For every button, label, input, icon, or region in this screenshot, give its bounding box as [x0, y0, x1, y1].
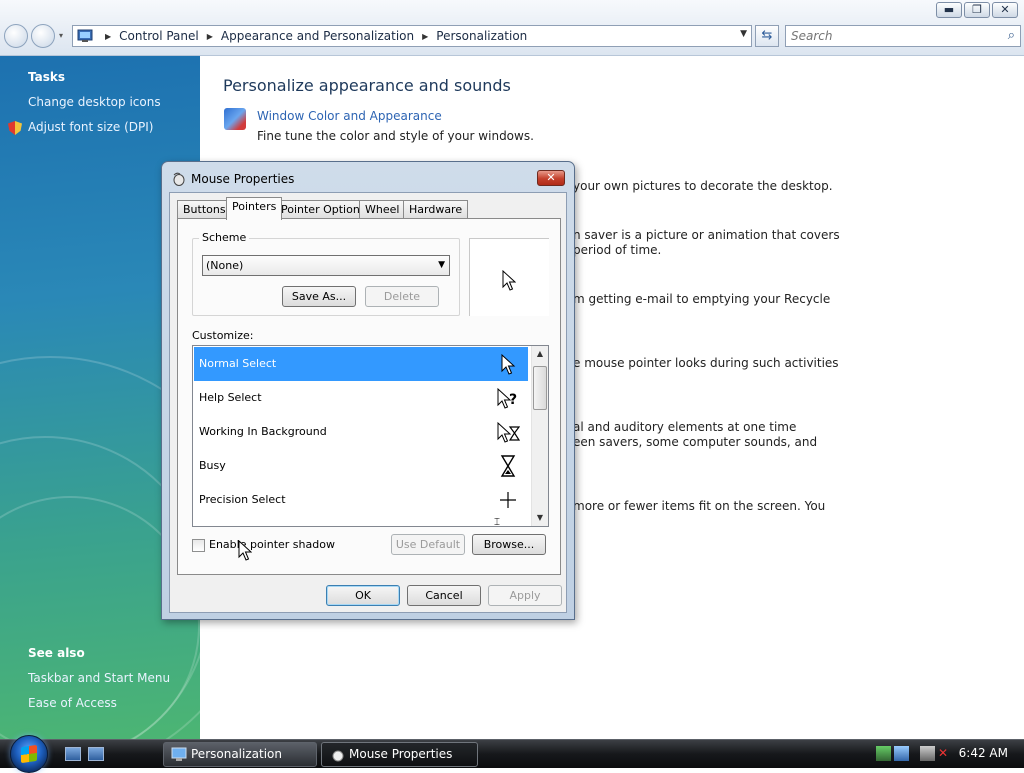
connection-tray-icon[interactable] [920, 746, 935, 761]
explorer-toolbar: ▬ ❐ ✕ ▾ ▶ Control Panel ▶ Appearance and… [0, 0, 1024, 56]
start-button[interactable] [10, 735, 48, 773]
tab-wheel[interactable]: Wheel [359, 200, 406, 219]
scheme-select[interactable]: (None) ▼ [202, 255, 450, 276]
forward-button[interactable] [31, 24, 55, 48]
arrow-cursor-icon [502, 270, 516, 291]
scheme-label: Scheme [199, 231, 250, 244]
tab-pointers[interactable]: Pointers [226, 197, 283, 220]
mouse-properties-dialog: Mouse Properties ✕ Buttons Pointers Poin… [161, 161, 575, 620]
change-desktop-icons-link[interactable]: Change desktop icons [28, 95, 161, 109]
list-item-precision-select[interactable]: Precision Select [194, 483, 528, 517]
pointer-list-scrollbar[interactable]: ▲ ▼ [531, 346, 548, 526]
mouse-icon [173, 172, 185, 186]
restore-button[interactable]: ❐ [964, 2, 990, 18]
breadcrumb: ▶ Control Panel ▶ Appearance and Persona… [105, 29, 528, 43]
arrow-cursor-icon [501, 353, 516, 375]
theme-description: al and auditory elements at one time [573, 420, 797, 434]
sounds-description: m getting e-mail to emptying your Recycl… [573, 292, 831, 306]
help-cursor-icon: ? [497, 387, 517, 409]
dialog-close-button[interactable]: ✕ [537, 170, 565, 186]
tab-buttons[interactable]: Buttons [177, 200, 232, 219]
window-color-icon[interactable] [224, 108, 246, 130]
crumb-personalization[interactable]: Personalization [436, 29, 527, 43]
delete-button[interactable]: Delete [365, 286, 439, 307]
taskbar-personalization[interactable]: Personalization [163, 742, 317, 767]
scroll-up-icon[interactable]: ▲ [532, 346, 548, 362]
search-box[interactable]: ⌕ [785, 25, 1021, 47]
dialog-title: Mouse Properties [191, 172, 295, 186]
address-bar[interactable]: ▶ Control Panel ▶ Appearance and Persona… [72, 25, 752, 47]
list-item-normal-select[interactable]: Normal Select [194, 347, 528, 381]
search-icon[interactable]: ⌕ [1008, 28, 1015, 43]
taskbar-mouse-properties[interactable]: Mouse Properties [321, 742, 478, 767]
text-select-cursor-icon: ⌶ [494, 517, 500, 527]
desktop-background-description: your own pictures to decorate the deskto… [573, 179, 833, 193]
crosshair-cursor-icon [500, 492, 516, 508]
see-also-heading: See also [28, 646, 85, 660]
show-desktop-icon[interactable] [65, 747, 81, 761]
pointer-shadow-checkbox[interactable] [192, 539, 205, 552]
close-window-button[interactable]: ✕ [992, 2, 1018, 18]
tab-pointer-options[interactable]: Pointer Options [275, 200, 372, 219]
list-item-working-in-background[interactable]: Working In Background [194, 415, 528, 449]
list-item-busy[interactable]: Busy [194, 449, 528, 483]
network-tray-icon[interactable] [876, 746, 891, 761]
svg-text:?: ? [509, 392, 517, 408]
customize-label: Customize: [192, 329, 254, 342]
chevron-down-icon: ▼ [438, 260, 445, 270]
save-as-button[interactable]: Save As... [282, 286, 356, 307]
crumb-appearance[interactable]: Appearance and Personalization [221, 29, 414, 43]
list-item-help-select[interactable]: Help Select ? [194, 381, 528, 415]
back-button[interactable] [4, 24, 28, 48]
recent-pages-chevron-icon[interactable]: ▾ [59, 31, 63, 40]
windows-defender-tray-icon[interactable] [894, 746, 909, 761]
browse-button[interactable]: Browse... [472, 534, 546, 555]
taskbar-start-menu-link[interactable]: Taskbar and Start Menu [28, 671, 170, 685]
pointers-tab-panel: Scheme (None) ▼ Save As... Delete Custom… [177, 218, 561, 575]
control-panel-icon [77, 29, 93, 42]
window-color-link[interactable]: Window Color and Appearance [257, 109, 442, 123]
theme-description-2: een savers, some computer sounds, and [573, 435, 818, 449]
uac-shield-icon [8, 121, 22, 135]
crumb-control-panel[interactable]: Control Panel [119, 29, 199, 43]
taskbar: Personalization Mouse Properties ✕ 6:42 … [0, 735, 1024, 773]
minimize-button[interactable]: ▬ [936, 2, 962, 18]
dialog-body: Buttons Pointers Pointer Options Wheel H… [169, 192, 567, 613]
volume-muted-icon[interactable]: ✕ [938, 746, 953, 761]
taskbar-clock[interactable]: 6:42 AM [959, 746, 1008, 760]
scheme-group: Scheme (None) ▼ Save As... Delete [192, 231, 460, 316]
personalization-icon [171, 747, 187, 761]
scroll-thumb[interactable] [533, 366, 547, 410]
tab-hardware[interactable]: Hardware [403, 200, 469, 219]
refresh-icon[interactable]: ⇆ [755, 25, 779, 47]
scheme-value: (None) [206, 259, 244, 272]
window-controls: ▬ ❐ ✕ [936, 2, 1018, 18]
pointer-shadow-label[interactable]: Enable pointer shadow [209, 538, 335, 551]
pointer-list[interactable]: Normal Select Help Select ? Working In B… [192, 345, 549, 527]
screen-saver-description: n saver is a picture or animation that c… [573, 228, 840, 242]
tasks-heading: Tasks [28, 70, 66, 84]
scroll-down-icon[interactable]: ▼ [532, 510, 548, 526]
address-dropdown-icon[interactable]: ▼ [740, 29, 747, 39]
page-title: Personalize appearance and sounds [223, 76, 511, 95]
cancel-button[interactable]: Cancel [407, 585, 481, 606]
working-cursor-icon [497, 421, 520, 443]
screen-saver-description-2: period of time. [573, 243, 662, 257]
ease-of-access-link[interactable]: Ease of Access [28, 696, 117, 710]
search-input[interactable] [786, 26, 986, 46]
mouse-icon [332, 750, 344, 762]
adjust-font-size-link[interactable]: Adjust font size (DPI) [28, 120, 153, 134]
mouse-cursor-icon [238, 540, 252, 561]
window-color-description: Fine tune the color and style of your wi… [257, 129, 534, 143]
display-settings-description: more or fewer items fit on the screen. Y… [573, 499, 826, 513]
apply-button[interactable]: Apply [488, 585, 562, 606]
pointer-preview [469, 238, 549, 316]
ok-button[interactable]: OK [326, 585, 400, 606]
switch-windows-icon[interactable] [88, 747, 104, 761]
hourglass-cursor-icon [500, 455, 516, 477]
windows-logo-icon [21, 744, 37, 764]
use-default-button[interactable]: Use Default [391, 534, 465, 555]
mouse-pointers-description: e mouse pointer looks during such activi… [573, 356, 839, 370]
